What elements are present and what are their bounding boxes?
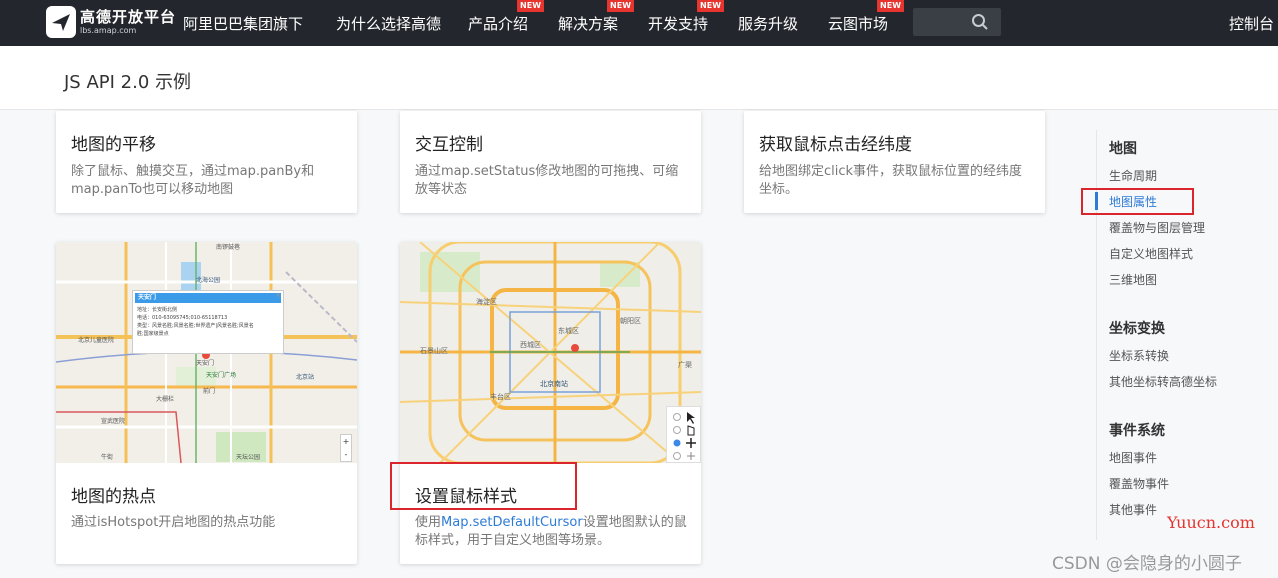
page-title: JS API 2.0 示例: [64, 72, 192, 93]
card-description: 给地图绑定click事件，获取鼠标位置的经纬度坐标。: [759, 164, 1023, 197]
zoom-out-button[interactable]: -: [341, 448, 351, 461]
map-label: 北京站: [296, 374, 315, 381]
card-title: 获取鼠标点击经纬度: [759, 135, 912, 155]
nav-label: 产品介绍: [468, 15, 529, 33]
nav-dev-support[interactable]: 开发支持 NEW: [648, 0, 725, 34]
sidebar-item-overlay-events[interactable]: 覆盖物事件: [1109, 475, 1169, 492]
nav-label: 开发支持: [648, 15, 709, 33]
popup-line: 地址：长安街北侧: [137, 307, 178, 313]
info-popup: 天安门 地址：长安街北侧 电话：010-63095745;010-6511871…: [132, 290, 284, 354]
sidebar-item-custom-style[interactable]: 自定义地图样式: [1109, 245, 1193, 262]
logo-title: 高德开放平台: [80, 7, 177, 26]
map-label: 北京南站: [540, 380, 568, 388]
map-label: 大栅栏: [156, 396, 175, 403]
card-title: 地图的热点: [71, 487, 156, 507]
map-label: 天安门: [196, 360, 215, 367]
logo-icon: [46, 6, 76, 38]
card-title: 交互控制: [415, 135, 483, 155]
map-label: 朝阳区: [620, 317, 641, 325]
nav-label: 云图市场: [828, 15, 889, 33]
sidebar-item-other-events[interactable]: 其他事件: [1109, 501, 1157, 518]
map-thumbnail: 天安门 地址：长安街北侧 电话：010-63095745;010-6511871…: [56, 242, 357, 463]
example-card[interactable]: 交互控制 通过map.setStatus修改地图的可拖拽、可缩放等状态: [400, 111, 701, 213]
top-navbar: 高德开放平台 lbs.amap.com 阿里巴巴集团旗下 为什么选择高德 产品介…: [0, 0, 1278, 46]
card-description: 通过map.setStatus修改地图的可拖拽、可缩放等状态: [415, 164, 679, 197]
console-link[interactable]: 控制台: [1229, 13, 1274, 34]
zoom-in-button[interactable]: +: [341, 435, 351, 448]
map-label: 北京儿童医院: [78, 337, 115, 344]
highlight-box: [1081, 188, 1194, 215]
map-thumbnail: 海淀区 西城区 东城区 石景山区 北京南站 丰台区 朝阳区 广渠: [400, 242, 701, 463]
sidebar-item-overlays[interactable]: 覆盖物与图层管理: [1109, 219, 1205, 236]
map-label: 南锣鼓巷: [216, 244, 241, 251]
example-card[interactable]: 获取鼠标点击经纬度 给地图绑定click事件，获取鼠标位置的经纬度坐标。: [744, 111, 1045, 213]
amap-logo[interactable]: 高德开放平台 lbs.amap.com: [46, 6, 176, 38]
zoom-control: + -: [340, 434, 352, 462]
nav-alibaba[interactable]: 阿里巴巴集团旗下: [183, 13, 303, 34]
map-label: 西城区: [520, 341, 541, 349]
page-header: JS API 2.0 示例: [0, 46, 1278, 110]
map-label: 广渠: [678, 361, 692, 369]
nav-cloud-market[interactable]: 云图市场 NEW: [828, 0, 905, 34]
desc-text: 使用: [415, 515, 442, 530]
nav-label: 阿里巴巴集团旗下: [183, 15, 304, 33]
watermark: CSDN @会隐身的小圆子: [1052, 554, 1242, 574]
new-badge: NEW: [697, 0, 725, 12]
popup-title: 天安门: [135, 293, 281, 303]
nav-label: 服务升级: [738, 15, 799, 33]
popup-line: 类型：风景名胜;风景名胜;世界遗产|风景名胜;风景名: [137, 323, 254, 329]
popup-line: 电话：010-63095745;010-65118713: [137, 315, 228, 321]
nav-label: 解决方案: [558, 15, 619, 33]
map-label: 北海公园: [196, 277, 221, 284]
nav-why-amap[interactable]: 为什么选择高德: [336, 13, 441, 34]
example-card[interactable]: 地图的平移 除了鼠标、触摸交互，通过map.panBy和map.panTo也可以…: [56, 111, 357, 213]
watermark: Yuucn.com: [1167, 513, 1255, 532]
nav-products[interactable]: 产品介绍 NEW: [468, 0, 545, 34]
map-label: 石景山区: [420, 347, 448, 355]
new-badge: NEW: [517, 0, 545, 12]
card-title: 地图的平移: [71, 135, 156, 155]
code-link[interactable]: Map.setDefaultCursor: [441, 515, 583, 530]
map-label: 丰台区: [490, 393, 511, 401]
sidebar-item-coord-convert[interactable]: 坐标系转换: [1109, 347, 1169, 364]
nav-solutions[interactable]: 解决方案 NEW: [558, 0, 635, 34]
search-icon[interactable]: [971, 13, 989, 35]
map-label: 海淀区: [476, 298, 497, 306]
card-description: 使用Map.setDefaultCursor设置地图默认的鼠标样式，用于自定义地…: [415, 514, 687, 550]
sidebar-item-lifecycle[interactable]: 生命周期: [1109, 167, 1157, 184]
sidebar-heading: 地图: [1109, 141, 1137, 157]
map-label: 前门: [203, 388, 216, 395]
nav-label: 为什么选择高德: [336, 15, 442, 33]
sidebar-item-other-coord[interactable]: 其他坐标转高德坐标: [1109, 373, 1217, 390]
nav-service-upgrade[interactable]: 服务升级: [738, 13, 798, 34]
map-label: 天安门广场: [206, 372, 237, 379]
sidebar-heading: 事件系统: [1109, 423, 1165, 439]
logo-subtitle: lbs.amap.com: [80, 25, 137, 35]
new-badge: NEW: [607, 0, 635, 12]
example-card-cursor[interactable]: 海淀区 西城区 东城区 石景山区 北京南站 丰台区 朝阳区 广渠 设置鼠标样式 …: [400, 242, 701, 564]
search-input[interactable]: [913, 8, 1001, 36]
card-description: 通过isHotspot开启地图的热点功能: [71, 515, 276, 530]
card-description: 除了鼠标、触摸交互，通过map.panBy和map.panTo也可以移动地图: [71, 164, 315, 197]
sidebar-heading: 坐标变换: [1109, 321, 1165, 337]
map-label: 宣武医院: [101, 418, 126, 425]
popup-line: 胜;国家级景点: [137, 331, 169, 337]
sidebar-item-map-events[interactable]: 地图事件: [1109, 449, 1157, 466]
new-badge: NEW: [877, 0, 905, 12]
highlight-box: [390, 462, 577, 510]
map-label: 东城区: [558, 327, 579, 335]
map-label: 牛街: [101, 454, 114, 461]
example-card-hotspot[interactable]: 天安门 地址：长安街北侧 电话：010-63095745;010-6511871…: [56, 242, 357, 564]
cursor-style-panel: [666, 406, 701, 463]
close-icon[interactable]: ×: [275, 291, 281, 299]
sidebar-item-3d-map[interactable]: 三维地图: [1109, 271, 1157, 288]
map-label: 天坛公园: [236, 454, 261, 461]
